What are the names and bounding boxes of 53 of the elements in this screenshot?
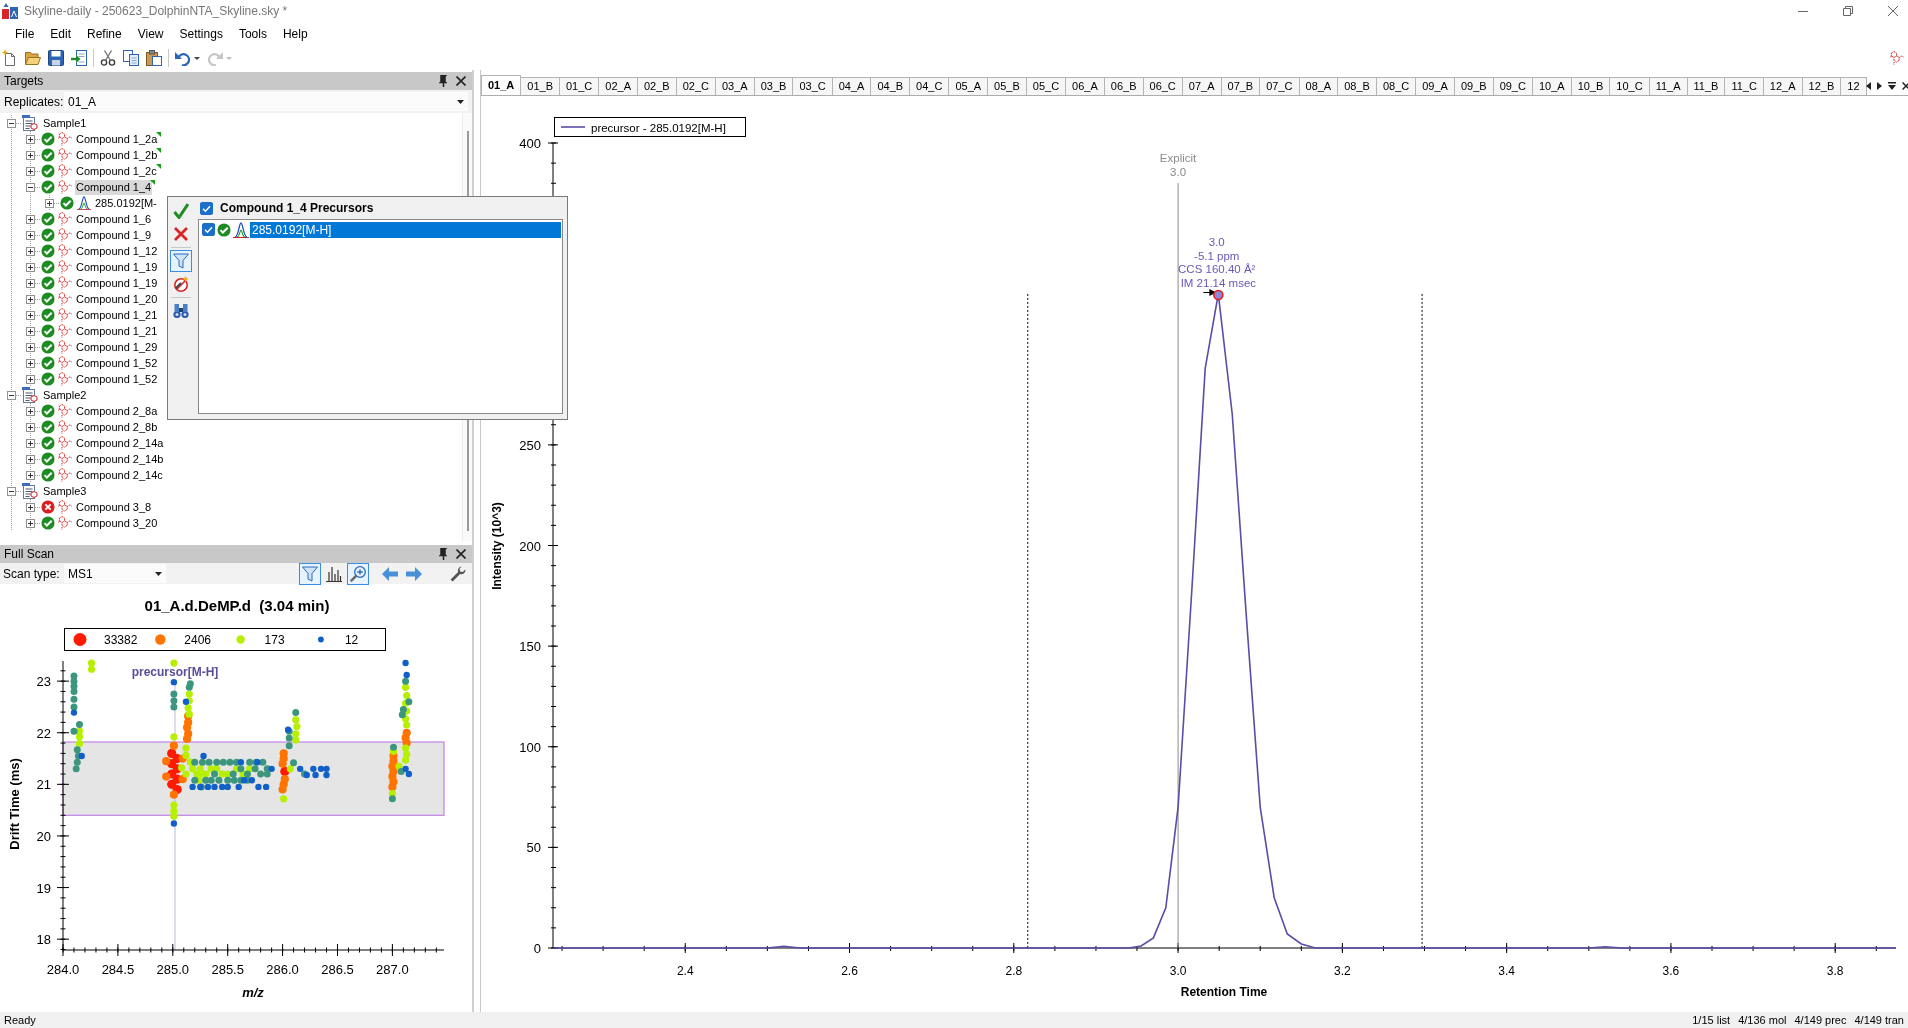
- marker-label: 3.0: [1170, 166, 1187, 178]
- y-tick-label: 250: [519, 437, 541, 453]
- y-tick-label: 400: [519, 136, 541, 151]
- popup-title: Compound 1_4 Precursors: [220, 201, 374, 215]
- y-axis-title: Intensity (10^3): [490, 502, 504, 590]
- replicates-label: Replicates:: [4, 94, 61, 109]
- x-tick-label: 284.0: [46, 962, 80, 977]
- scan-type-label: Scan type:: [3, 566, 60, 581]
- y-tick-label: 100: [519, 739, 541, 755]
- x-tick-label: 286.0: [266, 962, 299, 977]
- legend-label: precursor - 285.0192[M-H]: [591, 121, 726, 134]
- y-tick-label: 50: [526, 840, 541, 856]
- y-axis-title: Drift Time (ms): [7, 758, 22, 850]
- legend-label: 33382: [104, 633, 138, 647]
- x-tick-label: 285.5: [211, 962, 244, 977]
- x-tick-label: 2.8: [1005, 964, 1023, 978]
- x-tick-label: 284.5: [101, 962, 135, 977]
- status-count: 4/136 mol: [1738, 1014, 1787, 1026]
- x-tick-label: 3.4: [1498, 964, 1515, 978]
- x-axis-title: m/z: [242, 985, 264, 1000]
- precursor-label: precursor[M-H]: [131, 665, 219, 679]
- y-tick-label: 20: [36, 828, 51, 844]
- x-tick-label: 2.6: [841, 964, 858, 978]
- x-axis-title: Retention Time: [1180, 985, 1268, 999]
- peak-label: 3.0 -5.1 ppm CCS 160.40 Å² IM 21.14 msec: [1178, 235, 1257, 289]
- legend-label: 2406: [184, 633, 211, 647]
- chart-title: 01_A.d.DeMP.d (3.04 min): [144, 597, 330, 614]
- pane-title: Full Scan: [4, 547, 55, 561]
- status-count: 1/15 list: [1692, 1014, 1731, 1026]
- x-tick-label: 3.2: [1334, 964, 1351, 978]
- status-count: 4/149 prec: [1794, 1014, 1847, 1026]
- pane-title: Targets: [4, 74, 44, 88]
- y-tick-label: 200: [519, 538, 541, 554]
- y-tick-label: 19: [36, 880, 51, 896]
- x-tick-label: 287.0: [376, 962, 409, 977]
- y-tick-label: 150: [519, 639, 541, 655]
- legend-label: 12: [344, 633, 359, 647]
- x-tick-label: 3.0: [1169, 964, 1187, 978]
- y-tick-label: 0: [533, 941, 541, 956]
- x-tick-label: 2.4: [676, 964, 694, 978]
- x-tick-label: 3.8: [1826, 964, 1844, 978]
- x-tick-label: 285.0: [156, 962, 190, 977]
- x-tick-label: 286.5: [321, 962, 354, 977]
- y-tick-label: 23: [36, 674, 51, 690]
- window-title: Skyline-daily - 250623_DolphinNTA_Skyline.sky *: [24, 4, 288, 18]
- marker-label: Explicit: [1159, 152, 1197, 164]
- y-tick-label: 22: [36, 725, 51, 741]
- y-tick-label: 18: [36, 932, 51, 948]
- x-tick-label: 3.6: [1662, 964, 1680, 978]
- y-tick-label: 21: [36, 777, 51, 793]
- legend-label: 173: [264, 633, 285, 647]
- status-text: Ready: [4, 1014, 36, 1026]
- status-count: 4/149 tran: [1854, 1014, 1904, 1026]
